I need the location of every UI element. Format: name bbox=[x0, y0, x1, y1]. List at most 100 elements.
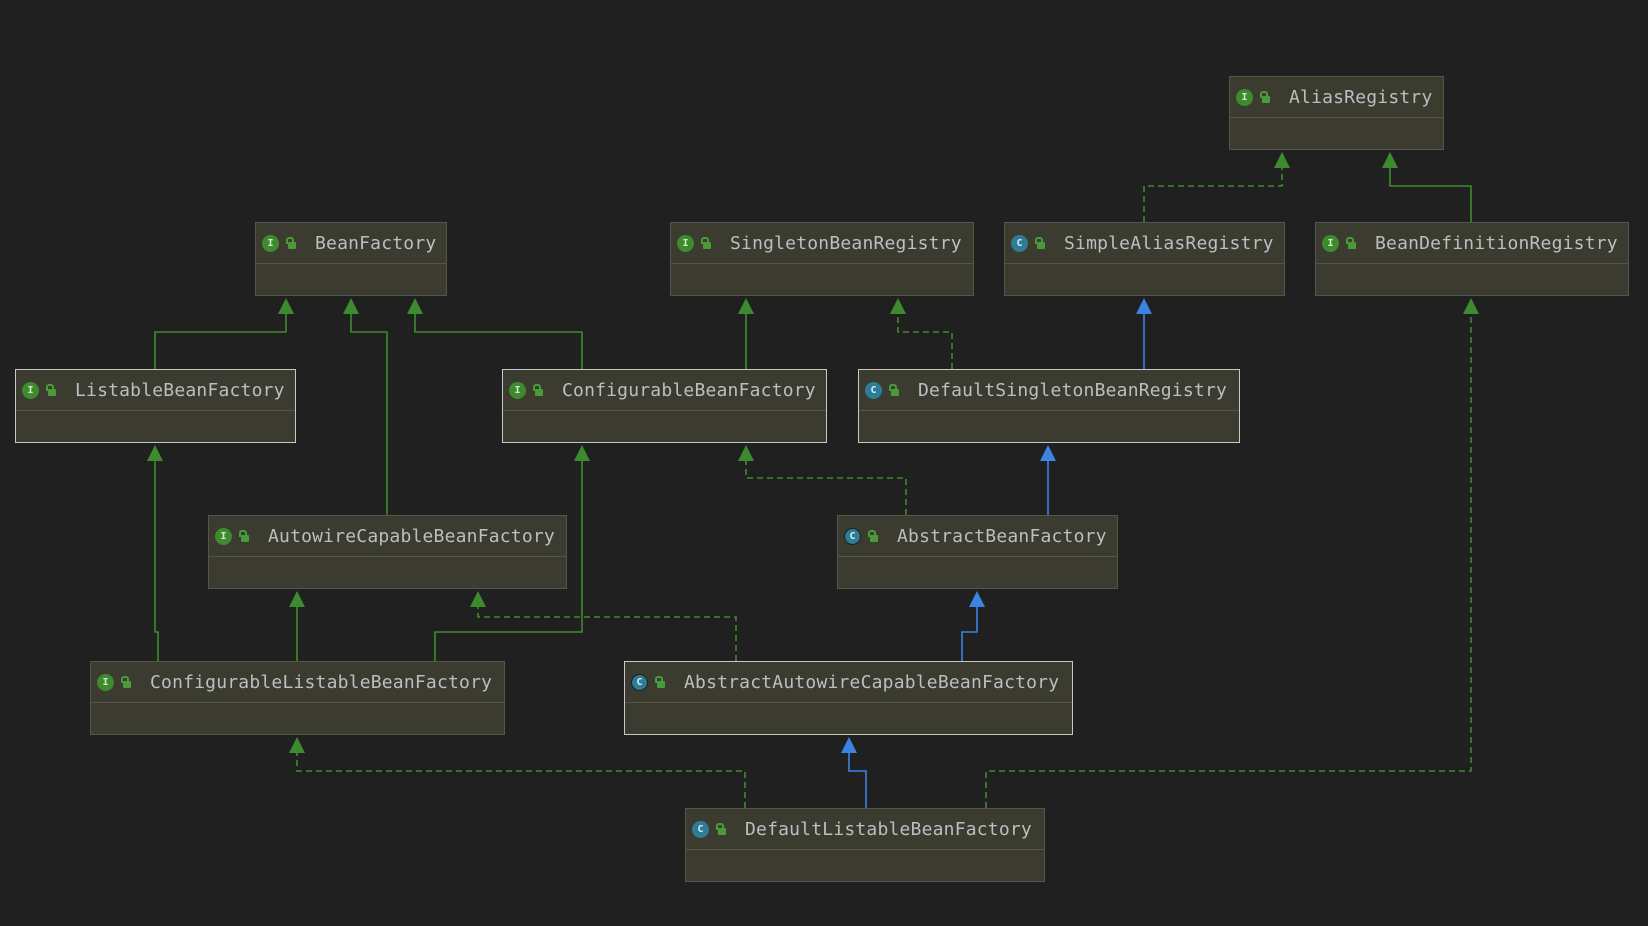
node-ConfigurableBeanFactory[interactable]: I ConfigurableBeanFactory bbox=[502, 369, 827, 443]
edge-line bbox=[154, 312, 287, 369]
edge-line bbox=[848, 751, 867, 808]
edge-arrowhead bbox=[1274, 152, 1290, 168]
node-label: DefaultListableBeanFactory bbox=[745, 818, 1032, 840]
class-type-icon: C bbox=[1011, 234, 1028, 252]
node-label: SingletonBeanRegistry bbox=[730, 232, 962, 254]
edge-line bbox=[414, 312, 583, 369]
public-lock-icon bbox=[715, 822, 727, 836]
node-ConfigurableListableBeanFactory[interactable]: I ConfigurableListableBeanFactory bbox=[90, 661, 505, 735]
node-members-section bbox=[686, 850, 1044, 882]
node-members-section bbox=[16, 411, 295, 443]
uml-diagram-canvas: I AliasRegistry I BeanFactory I SingletonBean… bbox=[0, 0, 1648, 926]
edge-line bbox=[350, 312, 388, 515]
edge-arrowhead bbox=[841, 737, 857, 753]
interface-type-icon: I bbox=[509, 381, 526, 399]
edge-line bbox=[296, 751, 746, 808]
edge-BeanDefinitionRegistry-to-AliasRegistry bbox=[1382, 152, 1472, 222]
public-lock-icon bbox=[1259, 90, 1271, 104]
node-BeanDefinitionRegistry[interactable]: I BeanDefinitionRegistry bbox=[1315, 222, 1629, 296]
edge-line bbox=[1143, 166, 1283, 222]
edge-AbstractAutowireCapableBeanFactory-to-AbstractBeanFactory bbox=[961, 591, 985, 661]
node-BeanFactory[interactable]: I BeanFactory bbox=[255, 222, 447, 296]
node-label: ListableBeanFactory bbox=[75, 379, 285, 401]
node-label: AbstractBeanFactory bbox=[897, 525, 1107, 547]
node-ListableBeanFactory[interactable]: I ListableBeanFactory bbox=[15, 369, 296, 443]
public-lock-icon bbox=[1345, 236, 1357, 250]
public-lock-icon bbox=[285, 236, 297, 250]
node-DefaultSingletonBeanRegistry[interactable]: C DefaultSingletonBeanRegistry bbox=[858, 369, 1240, 443]
public-lock-icon bbox=[700, 236, 712, 250]
node-DefaultListableBeanFactory[interactable]: C DefaultListableBeanFactory bbox=[685, 808, 1045, 882]
edge-arrowhead bbox=[1040, 445, 1056, 461]
public-lock-icon bbox=[867, 529, 879, 543]
node-label: BeanDefinitionRegistry bbox=[1375, 232, 1618, 254]
edge-arrowhead bbox=[343, 298, 359, 314]
class-type-icon: C bbox=[865, 381, 882, 399]
public-lock-icon bbox=[238, 529, 250, 543]
node-header: C AbstractAutowireCapableBeanFactory bbox=[625, 662, 1072, 703]
node-header: C SimpleAliasRegistry bbox=[1005, 223, 1284, 264]
node-members-section bbox=[671, 264, 973, 296]
public-lock-icon bbox=[1034, 236, 1046, 250]
node-header: I ConfigurableListableBeanFactory bbox=[91, 662, 504, 703]
edge-line bbox=[961, 605, 978, 661]
node-SimpleAliasRegistry[interactable]: C SimpleAliasRegistry bbox=[1004, 222, 1285, 296]
node-AliasRegistry[interactable]: I AliasRegistry bbox=[1229, 76, 1444, 150]
edge-ConfigurableBeanFactory-to-SingletonBeanRegistry bbox=[738, 298, 754, 369]
node-label: AutowireCapableBeanFactory bbox=[268, 525, 555, 547]
edge-ConfigurableBeanFactory-to-BeanFactory bbox=[407, 298, 583, 369]
edge-arrowhead bbox=[289, 591, 305, 607]
edge-arrowhead bbox=[1463, 298, 1479, 314]
node-members-section bbox=[859, 411, 1239, 443]
node-header: C DefaultListableBeanFactory bbox=[686, 809, 1044, 850]
edge-arrowhead bbox=[969, 591, 985, 607]
edge-DefaultSingletonBeanRegistry-to-SimpleAliasRegistry bbox=[1136, 298, 1152, 369]
edge-arrowhead bbox=[289, 737, 305, 753]
edge-arrowhead bbox=[738, 445, 754, 461]
edge-SimpleAliasRegistry-to-AliasRegistry bbox=[1143, 152, 1290, 222]
node-label: DefaultSingletonBeanRegistry bbox=[918, 379, 1228, 401]
node-label: BeanFactory bbox=[315, 232, 437, 254]
node-members-section bbox=[1005, 264, 1284, 296]
node-members-section bbox=[91, 703, 504, 735]
edge-arrowhead bbox=[470, 591, 486, 607]
public-lock-icon bbox=[120, 675, 132, 689]
abstract-type-icon: C bbox=[844, 527, 861, 545]
node-header: I BeanFactory bbox=[256, 223, 446, 264]
edge-AbstractAutowireCapableBeanFactory-to-AutowireCapableBeanFactory bbox=[470, 591, 737, 661]
node-label: AbstractAutowireCapableBeanFactory bbox=[684, 671, 1060, 693]
node-AutowireCapableBeanFactory[interactable]: I AutowireCapableBeanFactory bbox=[208, 515, 567, 589]
node-header: C DefaultSingletonBeanRegistry bbox=[859, 370, 1239, 411]
node-header: C AbstractBeanFactory bbox=[838, 516, 1117, 557]
edge-arrowhead bbox=[407, 298, 423, 314]
node-members-section bbox=[625, 703, 1072, 735]
node-members-section bbox=[838, 557, 1117, 589]
edge-line bbox=[154, 459, 159, 661]
node-AbstractAutowireCapableBeanFactory[interactable]: C AbstractAutowireCapableBeanFactory bbox=[624, 661, 1073, 735]
interface-type-icon: I bbox=[1322, 234, 1339, 252]
edge-arrowhead bbox=[1382, 152, 1398, 168]
edge-arrowhead bbox=[278, 298, 294, 314]
node-AbstractBeanFactory[interactable]: C AbstractBeanFactory bbox=[837, 515, 1118, 589]
public-lock-icon bbox=[888, 383, 900, 397]
edge-DefaultListableBeanFactory-to-ConfigurableListableBeanFactory bbox=[289, 737, 746, 808]
edge-ListableBeanFactory-to-BeanFactory bbox=[154, 298, 294, 369]
edge-DefaultSingletonBeanRegistry-to-SingletonBeanRegistry bbox=[890, 298, 953, 369]
edge-arrowhead bbox=[147, 445, 163, 461]
node-header: I AutowireCapableBeanFactory bbox=[209, 516, 566, 557]
class-type-icon: C bbox=[692, 820, 709, 838]
node-members-section bbox=[256, 264, 446, 296]
node-header: I ConfigurableBeanFactory bbox=[503, 370, 826, 411]
node-header: I BeanDefinitionRegistry bbox=[1316, 223, 1628, 264]
edge-arrowhead bbox=[1136, 298, 1152, 314]
edge-arrowhead bbox=[890, 298, 906, 314]
edge-ConfigurableListableBeanFactory-to-ListableBeanFactory bbox=[147, 445, 163, 661]
edge-AbstractBeanFactory-to-DefaultSingletonBeanRegistry bbox=[1040, 445, 1056, 515]
node-SingletonBeanRegistry[interactable]: I SingletonBeanRegistry bbox=[670, 222, 974, 296]
node-label: ConfigurableListableBeanFactory bbox=[150, 671, 493, 693]
interface-type-icon: I bbox=[262, 234, 279, 252]
node-header: I ListableBeanFactory bbox=[16, 370, 295, 411]
interface-type-icon: I bbox=[215, 527, 232, 545]
node-members-section bbox=[1316, 264, 1628, 296]
edge-line bbox=[745, 459, 907, 515]
